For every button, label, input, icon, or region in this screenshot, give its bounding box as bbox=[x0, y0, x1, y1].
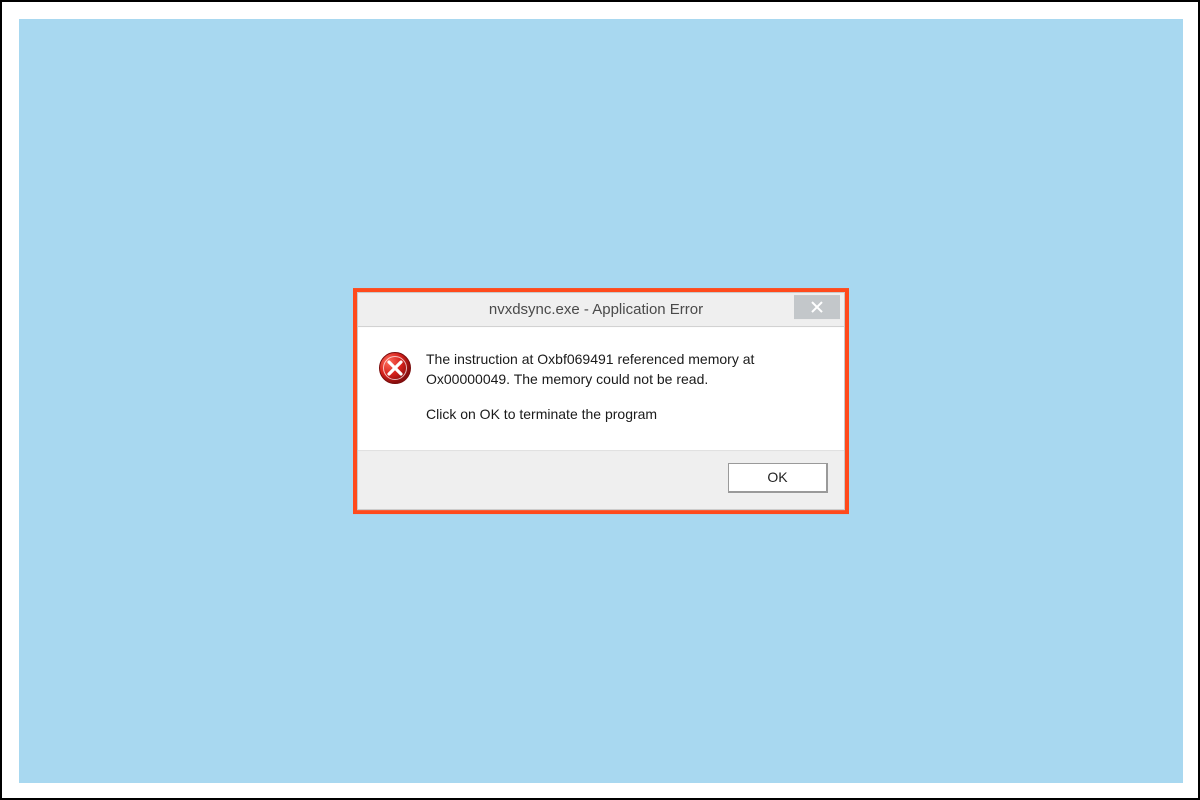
close-button[interactable] bbox=[794, 295, 840, 319]
dialog-title: nvxdsync.exe - Application Error bbox=[358, 301, 794, 318]
message-line-1: The instruction at Oxbf069491 referenced… bbox=[426, 349, 824, 390]
error-dialog: nvxdsync.exe - Application Error bbox=[357, 292, 845, 510]
desktop-background: nvxdsync.exe - Application Error bbox=[19, 19, 1183, 783]
dialog-highlight-frame: nvxdsync.exe - Application Error bbox=[353, 288, 849, 514]
ok-button[interactable]: OK bbox=[728, 463, 828, 493]
dialog-button-row: OK bbox=[358, 450, 844, 509]
error-x-icon bbox=[378, 351, 412, 385]
message-line-2: Click on OK to terminate the program bbox=[426, 404, 824, 424]
dialog-titlebar[interactable]: nvxdsync.exe - Application Error bbox=[358, 293, 844, 327]
outer-frame: nvxdsync.exe - Application Error bbox=[0, 0, 1200, 800]
dialog-content: The instruction at Oxbf069491 referenced… bbox=[358, 327, 844, 450]
dialog-message: The instruction at Oxbf069491 referenced… bbox=[426, 349, 824, 424]
close-icon bbox=[811, 301, 823, 313]
